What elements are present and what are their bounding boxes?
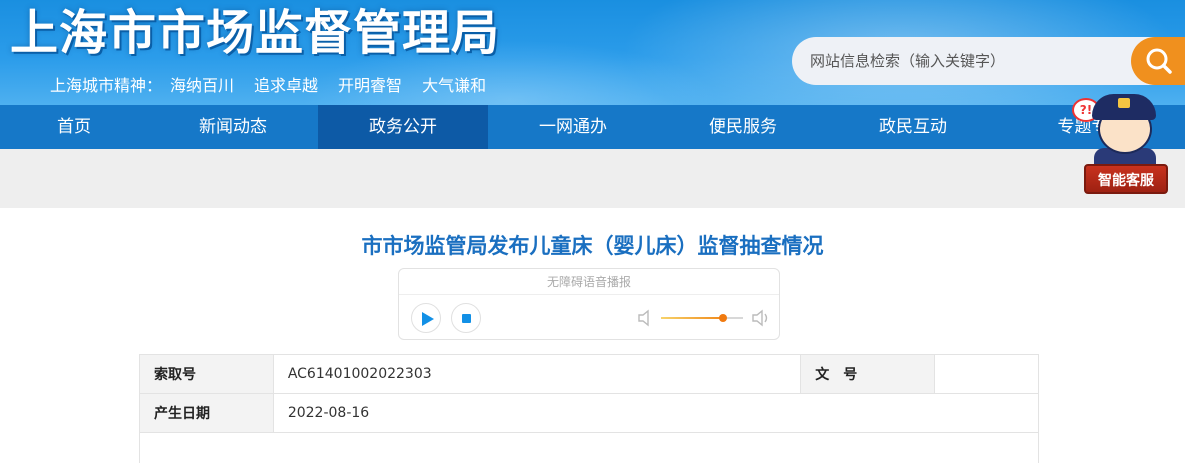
nav-item-online-services[interactable]: 一网通办 [488,105,658,149]
slogan-phrase: 追求卓越 [254,76,319,95]
site-title[interactable]: 上海市市场监督管理局 [10,4,500,62]
search-button[interactable] [1131,37,1185,85]
document-info-table: 索取号 AC61401002022303 文 号 产生日期 2022-08-16 [139,354,1040,463]
play-button[interactable] [411,303,441,333]
volume-slider-handle[interactable] [718,314,727,322]
volume-low-icon[interactable] [637,309,653,327]
city-slogan: 上海城市精神： 海纳百川 追求卓越 开明睿智 大气谦和 [50,72,486,96]
search-input[interactable] [810,37,1130,85]
slogan-phrase: 开明睿智 [338,76,403,95]
nav-item-home[interactable]: 首页 [0,105,148,149]
play-icon [422,312,434,326]
volume-slider-fill [661,317,723,319]
search-box [792,37,1185,85]
article-title: 市市场监管局发布儿童床（婴儿床）监督抽查情况 [361,234,824,258]
nav-item-government-affairs[interactable]: 政务公开 [318,105,488,149]
table-row: 产生日期 2022-08-16 [139,393,1040,433]
breadcrumb-band [0,149,1185,208]
search-icon [1146,48,1172,74]
index-number-label: 索取号 [139,354,274,394]
audio-player: 无障碍语音播报 [398,268,780,340]
document-number-value [934,354,1039,394]
smart-customer-service[interactable]: ?! 智能客服 [1068,88,1178,198]
table-row: 索取号 AC61401002022303 文 号 [139,354,1039,394]
document-number-label: 文 号 [800,354,936,394]
smart-service-label[interactable]: 智能客服 [1084,170,1168,190]
table-row [139,432,1039,463]
slogan-phrase: 海纳百川 [170,76,235,95]
stop-button[interactable] [451,303,481,333]
nav-item-public-services[interactable]: 便民服务 [658,105,828,149]
nav-item-interaction[interactable]: 政民互动 [828,105,998,149]
issue-date-value: 2022-08-16 [272,393,1040,433]
cap-badge-icon [1118,98,1130,108]
slogan-phrase: 大气谦和 [422,76,487,95]
slogan-label: 上海城市精神： [50,76,163,95]
main-nav: 首页 新闻动态 政务公开 一网通办 便民服务 政民互动 专题专 [0,105,1185,149]
index-number-value: AC61401002022303 [272,354,802,394]
table-cell [139,432,1039,463]
player-label: 无障碍语音播报 [399,269,779,295]
stop-icon [462,314,471,323]
volume-high-icon[interactable] [751,309,771,327]
nav-item-news[interactable]: 新闻动态 [148,105,318,149]
issue-date-label: 产生日期 [139,393,274,433]
